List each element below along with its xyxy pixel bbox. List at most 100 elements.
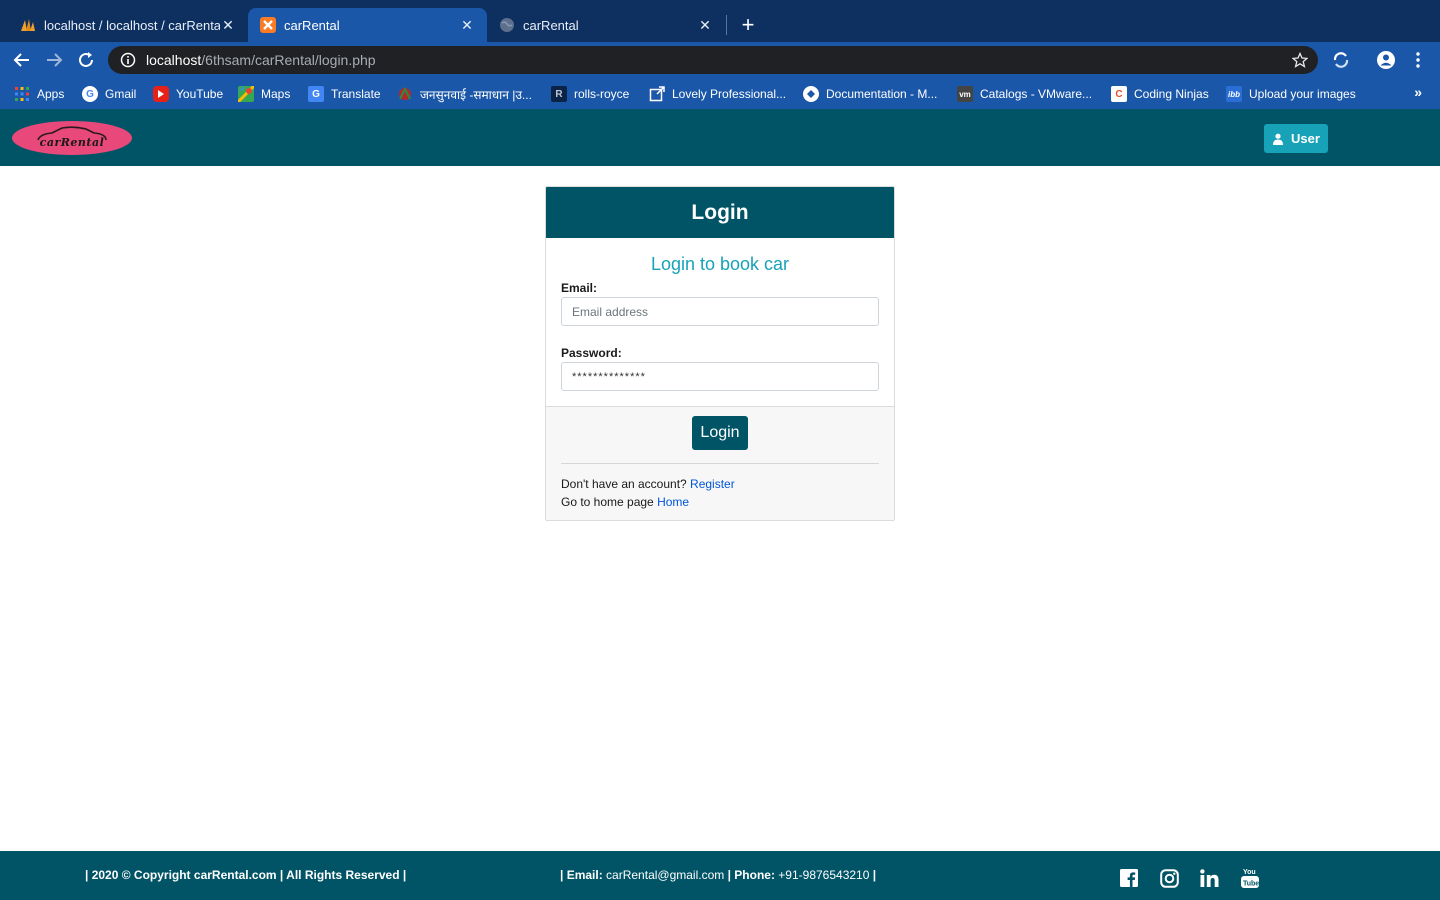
- address-bar[interactable]: localhost /6thsam/carRental/login.php: [108, 46, 1318, 74]
- password-value: **************: [572, 370, 646, 383]
- vmware-icon: vm: [957, 86, 973, 102]
- email-placeholder: Email address: [572, 304, 649, 319]
- register-prompt: Don't have an account? Register: [561, 477, 735, 491]
- tab-title: carRental: [284, 17, 340, 33]
- login-card-footer: Login Don't have an account? Register Go…: [546, 406, 894, 520]
- tab-carrental[interactable]: carRental ✕: [487, 8, 725, 42]
- tab-phpmyadmin[interactable]: localhost / localhost / carRental / ✕: [8, 8, 248, 42]
- email-field[interactable]: Email address: [561, 297, 879, 326]
- browser-toolbar: localhost /6thsam/carRental/login.php: [0, 42, 1440, 78]
- sync-extension-icon[interactable]: [1329, 48, 1353, 72]
- docs-icon: [803, 86, 819, 102]
- bookmark-upload-images[interactable]: ibb Upload your images: [1226, 85, 1356, 103]
- login-submit-button[interactable]: Login: [692, 416, 748, 450]
- user-icon: [1273, 133, 1284, 145]
- tab-separator: [726, 15, 727, 35]
- svg-text:Tube: Tube: [1243, 881, 1259, 888]
- phone-label-text: | Phone:: [724, 868, 779, 882]
- bookmark-vmware[interactable]: vm Catalogs - VMware...: [957, 85, 1092, 103]
- password-label: Password:: [561, 346, 622, 360]
- bookmark-lovely-professional[interactable]: Lovely Professional...: [649, 85, 786, 103]
- bookmark-apps[interactable]: Apps: [14, 85, 64, 103]
- maps-icon: [238, 86, 254, 102]
- bookmark-label: Upload your images: [1249, 87, 1356, 101]
- globe-icon: [499, 17, 515, 33]
- youtube-icon[interactable]: You Tube: [1240, 868, 1260, 888]
- profile-avatar-icon[interactable]: [1374, 48, 1398, 72]
- home-prompt: Go to home page Home: [561, 495, 689, 509]
- site-logo[interactable]: carRental: [12, 121, 132, 155]
- bookmarks-bar: Apps G Gmail YouTube Maps G Translate जन…: [0, 78, 1440, 109]
- site-footer: | 2020 © Copyright carRental.com | All R…: [0, 851, 1440, 900]
- emblem-icon: [397, 86, 413, 102]
- login-subtitle: Login to book car: [650, 254, 790, 274]
- tab-title: localhost / localhost / carRental /: [44, 17, 220, 33]
- bookmark-label: Lovely Professional...: [672, 87, 787, 101]
- contact-info: | Email: carRental@gmail.com | Phone: +9…: [560, 868, 876, 882]
- url-host: localhost: [146, 52, 202, 68]
- tab-carrental-active[interactable]: carRental ✕: [248, 8, 487, 42]
- bookmark-jansunwai[interactable]: जनसुनवाई -समाधान |उ...: [397, 85, 532, 103]
- bookmark-gmail[interactable]: G Gmail: [82, 85, 136, 103]
- bookmark-label: YouTube: [176, 87, 224, 101]
- forward-icon[interactable]: [42, 48, 66, 72]
- linkedin-icon[interactable]: [1199, 868, 1219, 888]
- apps-grid-icon: [14, 86, 30, 102]
- url-path: /6thsam/carRental/login.php: [201, 52, 376, 68]
- rolls-royce-icon: R: [551, 86, 567, 102]
- new-tab-icon[interactable]: +: [737, 14, 759, 36]
- bookmark-label: Apps: [37, 87, 65, 101]
- bookmark-rolls-royce[interactable]: R rolls-royce: [551, 85, 629, 103]
- bookmark-maps[interactable]: Maps: [238, 85, 290, 103]
- site-navbar: carRental User: [0, 109, 1440, 166]
- no-account-text: Don't have an account?: [561, 477, 691, 491]
- ibb-icon: ibb: [1226, 86, 1242, 102]
- user-button[interactable]: User: [1264, 124, 1328, 153]
- bookmark-youtube[interactable]: YouTube: [153, 85, 223, 103]
- tab-title: carRental: [523, 17, 579, 33]
- browser-menu-icon[interactable]: [1406, 48, 1430, 72]
- bookmark-label: Catalogs - VMware...: [980, 87, 1093, 101]
- youtube-icon: [153, 86, 169, 102]
- bookmark-coding-ninjas[interactable]: C Coding Ninjas: [1111, 85, 1209, 103]
- contact-phone: +91-9876543210: [778, 868, 870, 882]
- browser-tab-strip: localhost / localhost / carRental / ✕ ca…: [0, 0, 1440, 42]
- svg-text:You: You: [1243, 869, 1256, 876]
- xampp-icon: [260, 17, 276, 33]
- bookmark-translate[interactable]: G Translate: [308, 85, 381, 103]
- more-bookmarks-icon[interactable]: »: [1414, 84, 1422, 100]
- instagram-icon[interactable]: [1159, 868, 1179, 888]
- contact-end: |: [869, 868, 877, 882]
- google-icon: G: [82, 86, 98, 102]
- bookmark-label: जनसुनवाई -समाधान |उ...: [420, 87, 532, 102]
- bookmark-star-icon[interactable]: [1291, 51, 1309, 68]
- back-icon[interactable]: [10, 48, 34, 72]
- bookmark-label: Gmail: [105, 87, 137, 101]
- login-card: Login Login to book car Email: Email add…: [545, 186, 895, 521]
- close-tab-icon[interactable]: ✕: [697, 17, 713, 33]
- close-tab-icon[interactable]: ✕: [220, 17, 236, 33]
- bookmark-label: rolls-royce: [574, 87, 630, 101]
- translate-icon: G: [308, 86, 324, 102]
- close-tab-icon[interactable]: ✕: [459, 17, 475, 33]
- site-info-icon[interactable]: [120, 52, 136, 68]
- facebook-icon[interactable]: [1119, 868, 1139, 888]
- email-label: Email:: [561, 281, 598, 295]
- bookmark-label: Translate: [331, 87, 381, 101]
- home-text: Go to home page: [561, 495, 658, 509]
- contact-email: carRental@gmail.com: [606, 868, 725, 882]
- copyright-text: | 2020 © Copyright carRental.com | All R…: [85, 868, 407, 882]
- register-link[interactable]: Register: [690, 477, 735, 491]
- bookmark-documentation[interactable]: Documentation - M...: [803, 85, 937, 103]
- bookmark-label: Documentation - M...: [826, 87, 938, 101]
- bookmark-label: Coding Ninjas: [1134, 87, 1209, 101]
- email-label-text: | Email:: [560, 868, 607, 882]
- password-field[interactable]: **************: [561, 362, 879, 391]
- external-link-icon: [649, 86, 665, 102]
- home-link[interactable]: Home: [657, 495, 689, 509]
- reload-icon[interactable]: [74, 48, 98, 72]
- coding-ninjas-icon: C: [1111, 86, 1127, 102]
- login-card-header: Login: [546, 187, 894, 238]
- car-icon: [37, 126, 107, 141]
- divider: [561, 463, 879, 464]
